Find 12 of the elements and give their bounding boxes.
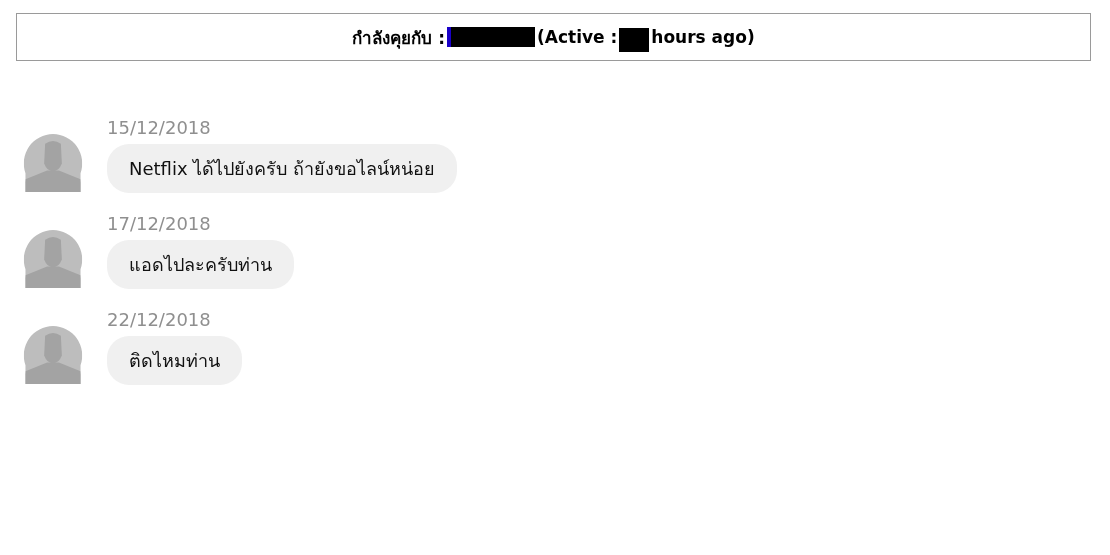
active-status-suffix: hours ago) xyxy=(651,27,755,47)
chat-partner-label: กำลังคุยกับ : xyxy=(352,26,445,51)
avatar-icon xyxy=(23,134,83,193)
message-date: 22/12/2018 xyxy=(107,309,211,330)
avatar-icon xyxy=(23,326,83,385)
message-bubble: ติดไหมท่าน xyxy=(107,336,242,385)
message-bubble: แอดไปละครับท่าน xyxy=(107,240,294,289)
active-status-prefix: (Active : xyxy=(537,27,618,47)
avatar-icon xyxy=(23,230,83,289)
message-date: 15/12/2018 xyxy=(107,117,211,138)
message-date: 17/12/2018 xyxy=(107,213,211,234)
message-bubble: Netflix ได้ไปยังครับ ถ้ายังขอไลน์หน่อย xyxy=(107,144,458,193)
